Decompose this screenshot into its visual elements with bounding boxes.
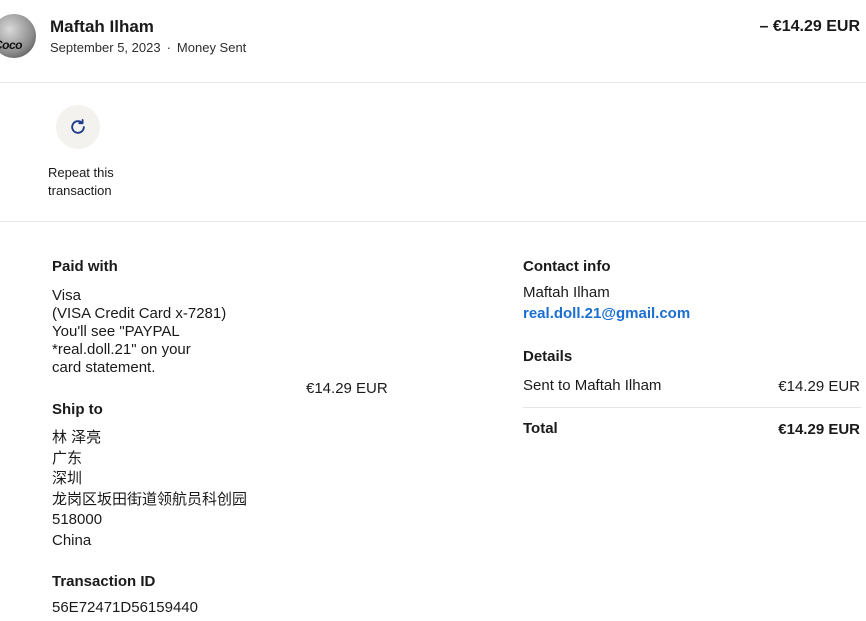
contact-email-link[interactable]: real.doll.21@gmail.com (523, 305, 690, 322)
statement-note-line3: card statement. (52, 359, 156, 376)
repeat-transaction-button[interactable] (56, 105, 100, 149)
payment-method: Visa (52, 287, 81, 304)
address-street: 龙岗区坂田街道领航员科创园 (52, 490, 248, 508)
paid-with-details: Visa (VISA Credit Card x-7281) You'll se… (52, 287, 226, 377)
statement-note-line1: You'll see "PAYPAL (52, 323, 180, 340)
transaction-id-heading: Transaction ID (52, 573, 156, 590)
statement-note-line2: *real.doll.21" on your (52, 341, 191, 358)
avatar: Coco (0, 14, 36, 58)
details-divider (523, 407, 861, 408)
recipient-name: Maftah Ilham (50, 17, 154, 36)
address-name: 林 泽亮 (52, 429, 102, 446)
repeat-label-line1: Repeat this (48, 165, 114, 180)
refresh-icon (71, 119, 85, 134)
ship-to-heading: Ship to (52, 401, 103, 418)
repeat-section: Repeat this transaction (0, 82, 866, 222)
transaction-type: Money Sent (176, 40, 247, 55)
address-province: 广东 (52, 449, 83, 467)
header-amount: – €14.29 EUR (759, 18, 860, 35)
transaction-subline: September 5, 2023 · Money Sent (50, 40, 246, 55)
address-city: 深圳 (52, 470, 83, 487)
sent-to-amount: €14.29 EUR (778, 378, 860, 395)
contact-info-heading: Contact info (523, 258, 611, 275)
transaction-date: September 5, 2023 (50, 40, 161, 55)
repeat-transaction-label[interactable]: Repeat this transaction (48, 164, 138, 200)
shipping-address: 林 泽亮 广东 深圳 龙岗区坂田街道领航员科创园 518000 China (52, 428, 247, 551)
total-amount: €14.29 EUR (778, 421, 860, 438)
address-postal-code: 518000 (52, 511, 103, 528)
transaction-header: Coco Maftah Ilham September 5, 2023 · Mone… (0, 0, 866, 83)
paid-amount: €14.29 EUR (306, 380, 388, 397)
address-country: China (52, 531, 92, 549)
separator-dot: · (166, 40, 171, 55)
transaction-details-page: Coco Maftah Ilham September 5, 2023 · Mone… (0, 0, 866, 621)
card-description: (VISA Credit Card x-7281) (52, 305, 227, 322)
avatar-text: Coco (0, 38, 23, 52)
paid-with-heading: Paid with (52, 258, 118, 275)
contact-name: Maftah Ilham (523, 284, 610, 301)
details-heading: Details (523, 348, 573, 365)
transaction-id-value: 56E72471D56159440 (52, 599, 198, 616)
sent-to-label: Sent to Maftah Ilham (523, 377, 662, 394)
repeat-label-line2: transaction (48, 183, 112, 198)
total-label: Total (523, 420, 558, 437)
